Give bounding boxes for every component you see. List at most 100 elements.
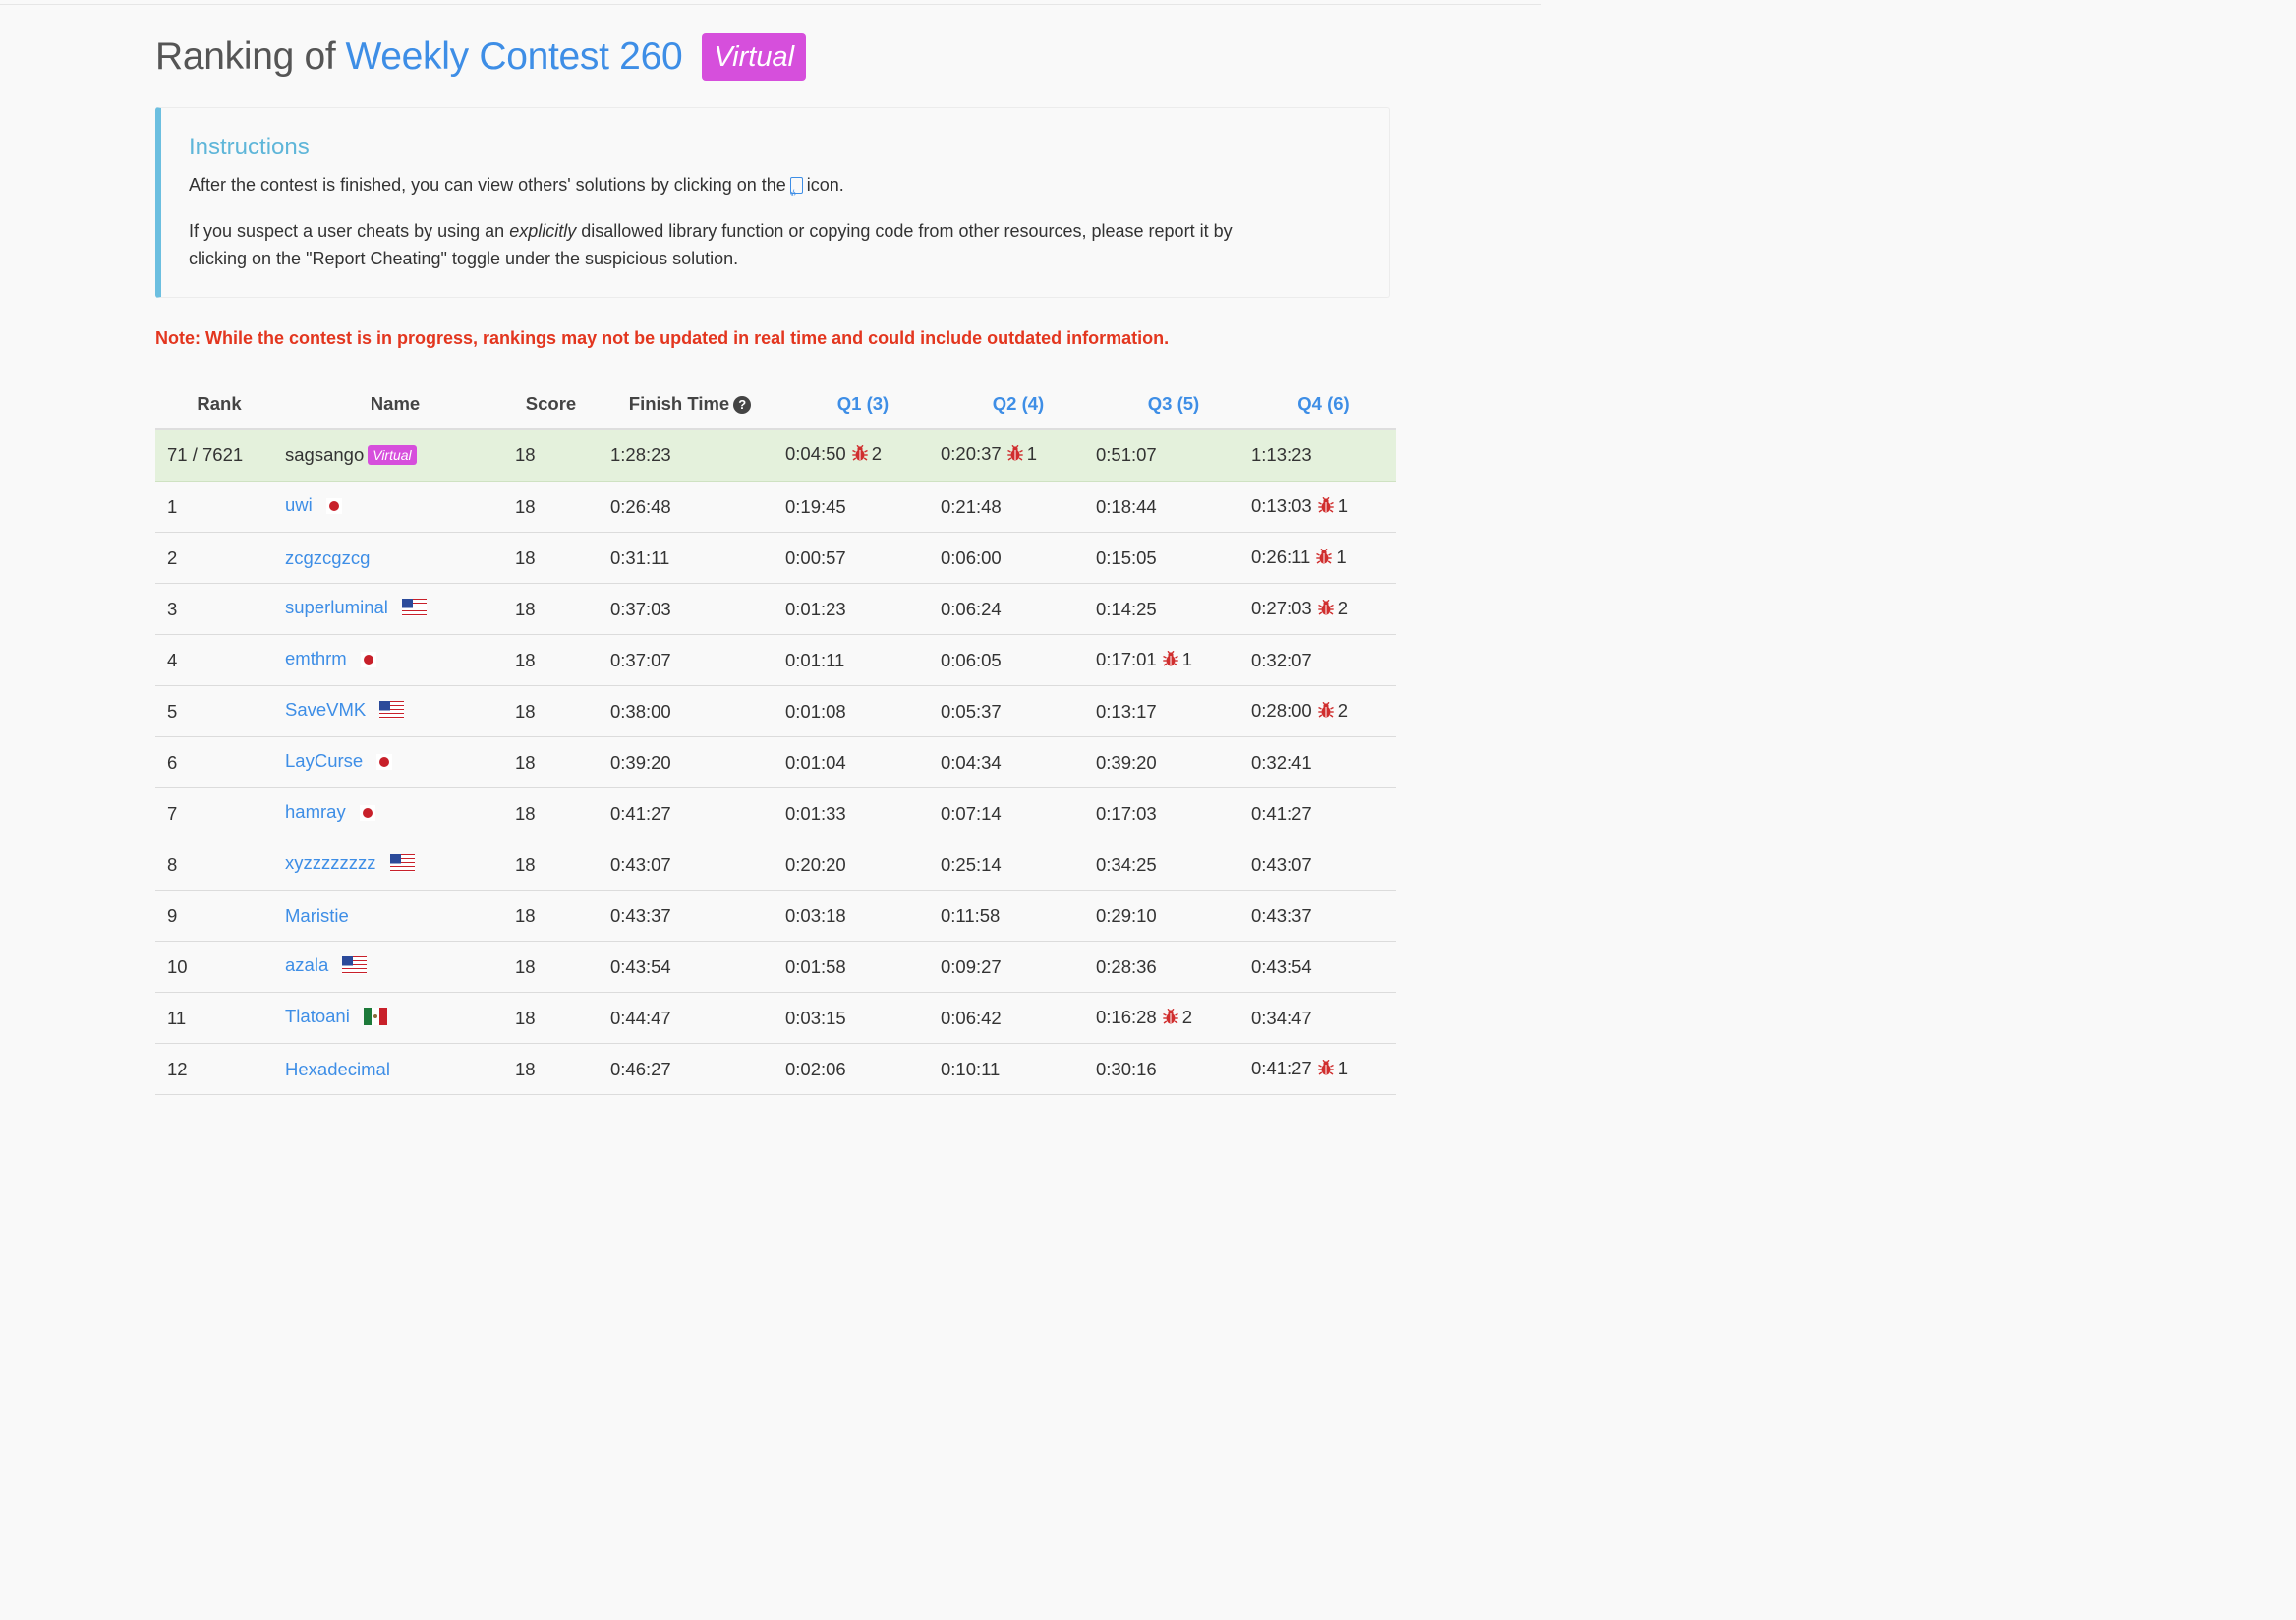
rank-cell: 6 [155,736,283,788]
q2-cell[interactable]: 0:07:14 [941,787,1096,839]
q1-cell[interactable]: 0:01:58 [785,941,941,993]
q4-cell[interactable]: 0:28:00 2 [1251,685,1396,737]
q2-cell[interactable]: 0:06:00 [941,532,1096,584]
user-profile-link[interactable]: LayCurse [285,750,363,771]
finish-time-value: 0:26:48 [610,495,671,517]
user-profile-link[interactable]: uwi [285,494,313,515]
q3-cell[interactable]: 0:51:07 [1096,429,1251,482]
q3-cell[interactable]: 0:29:10 [1096,890,1251,942]
q2-cell[interactable]: 0:06:24 [941,583,1096,635]
q4-cell[interactable]: 0:41:27 [1251,787,1396,839]
q2-cell[interactable]: 0:11:58 [941,890,1096,942]
user-profile-link[interactable]: SaveVMK [285,699,366,720]
finish-time-value: 0:41:27 [610,802,671,824]
user-profile-link[interactable]: hamray [285,801,346,822]
finish-time-cell: 0:39:20 [595,736,785,788]
bug-icon [1317,599,1334,621]
q3-cell[interactable]: 0:30:16 [1096,1043,1251,1095]
header-score: Score [507,379,595,430]
wrong-submission-count: 1 [1337,494,1349,516]
q3-cell[interactable]: 0:13:17 [1096,685,1251,737]
q1-cell[interactable]: 0:01:23 [785,583,941,635]
user-profile-link[interactable]: superluminal [285,597,388,617]
q4-cell[interactable]: 0:34:47 [1251,992,1396,1044]
q4-cell[interactable]: 0:27:03 2 [1251,583,1396,635]
header-q3[interactable]: Q3 (5) [1096,379,1251,430]
q3-cell[interactable]: 0:16:28 2 [1096,992,1251,1044]
q1-cell[interactable]: 0:03:18 [785,890,941,942]
rank-cell: 7 [155,787,283,839]
usa-flag-icon [401,599,427,621]
user-profile-link[interactable]: zcgzcgzcg [285,548,370,568]
q3-cell[interactable]: 0:17:01 1 [1096,634,1251,686]
user-profile-link[interactable]: Tlatoani [285,1006,350,1026]
q2-cell[interactable]: 0:04:34 [941,736,1096,788]
q3-cell[interactable]: 0:18:44 [1096,481,1251,533]
q3-cell[interactable]: 0:14:25 [1096,583,1251,635]
score-cell: 18 [507,839,595,891]
rank-value: 7 [167,802,178,824]
wrong-submission-count: 2 [1337,597,1349,618]
user-profile-link[interactable]: Maristie [285,905,349,926]
bug-icon [851,444,868,467]
score-value: 18 [515,1058,536,1079]
q2-cell[interactable]: 0:09:27 [941,941,1096,993]
instructions-heading: Instructions [189,134,310,160]
q1-cell[interactable]: 0:02:06 [785,1043,941,1095]
q2-cell[interactable]: 0:06:42 [941,992,1096,1044]
q4-cell[interactable]: 0:32:41 [1251,736,1396,788]
score-cell: 18 [507,992,595,1044]
q1-cell[interactable]: 0:19:45 [785,481,941,533]
q1-cell[interactable]: 0:01:33 [785,787,941,839]
finish-time-value: 0:31:11 [610,547,670,568]
q3-cell[interactable]: 0:39:20 [1096,736,1251,788]
q4-cell[interactable]: 0:41:27 1 [1251,1043,1396,1095]
rank-cell: 3 [155,583,283,635]
q3-cell[interactable]: 0:17:03 [1096,787,1251,839]
q4-cell[interactable]: 0:13:03 1 [1251,481,1396,533]
q2-cell[interactable]: 0:10:11 [941,1043,1096,1095]
username: sagsango [285,444,365,465]
q3-cell[interactable]: 0:34:25 [1096,839,1251,891]
q4-cell[interactable]: 0:43:54 [1251,941,1396,993]
q4-cell[interactable]: 0:43:07 [1251,839,1396,891]
q2-cell[interactable]: 0:21:48 [941,481,1096,533]
header-q2[interactable]: Q2 (4) [941,379,1096,430]
user-profile-link[interactable]: azala [285,955,328,975]
q1-time: 0:04:50 [785,443,846,464]
usa-flag-icon [379,701,405,723]
q1-cell[interactable]: 0:20:20 [785,839,941,891]
header-q1[interactable]: Q1 (3) [785,379,941,430]
q3-cell[interactable]: 0:15:05 [1096,532,1251,584]
question-circle-icon[interactable]: ? [733,395,752,414]
table-row: 9 Maristie 18 0:43:37 0:03:18 0:11:58 0:29:10 0… [155,890,1396,942]
q2-cell[interactable]: 0:06:05 [941,634,1096,686]
score-value: 18 [515,802,536,824]
user-profile-link[interactable]: Hexadecimal [285,1059,390,1079]
q3-cell[interactable]: 0:28:36 [1096,941,1251,993]
q1-cell[interactable]: 0:00:57 [785,532,941,584]
wrong-submission-count: 1 [1337,1057,1349,1078]
q2-cell[interactable]: 0:20:37 1 [941,429,1096,482]
instructions-line-2: If you suspect a user cheats by using an… [189,217,1270,272]
user-profile-link[interactable]: xyzzzzzzzz [285,852,376,873]
q2-cell[interactable]: 0:25:14 [941,839,1096,891]
q1-cell[interactable]: 0:01:11 [785,634,941,686]
q2-cell[interactable]: 0:05:37 [941,685,1096,737]
q4-time: 0:41:27 [1251,1057,1312,1078]
header-q4[interactable]: Q4 (6) [1251,379,1396,430]
table-row: 6 LayCurse 18 0:39:20 0:01:04 0:04:34 0:39:20 0… [155,736,1396,788]
contest-link[interactable]: Weekly Contest 260 [345,35,682,79]
q1-cell[interactable]: 0:03:15 [785,992,941,1044]
q4-cell[interactable]: 0:32:07 [1251,634,1396,686]
q4-cell[interactable]: 0:26:11 1 [1251,532,1396,584]
finish-time-cell: 0:43:07 [595,839,785,891]
q1-cell[interactable]: 0:04:50 2 [785,429,941,482]
q1-cell[interactable]: 0:01:08 [785,685,941,737]
q4-time: 0:43:54 [1251,955,1312,977]
q1-cell[interactable]: 0:01:04 [785,736,941,788]
q4-cell[interactable]: 1:13:23 [1251,429,1396,482]
user-profile-link[interactable]: emthrm [285,648,347,668]
q4-cell[interactable]: 0:43:37 [1251,890,1396,942]
rank-cell: 10 [155,941,283,993]
